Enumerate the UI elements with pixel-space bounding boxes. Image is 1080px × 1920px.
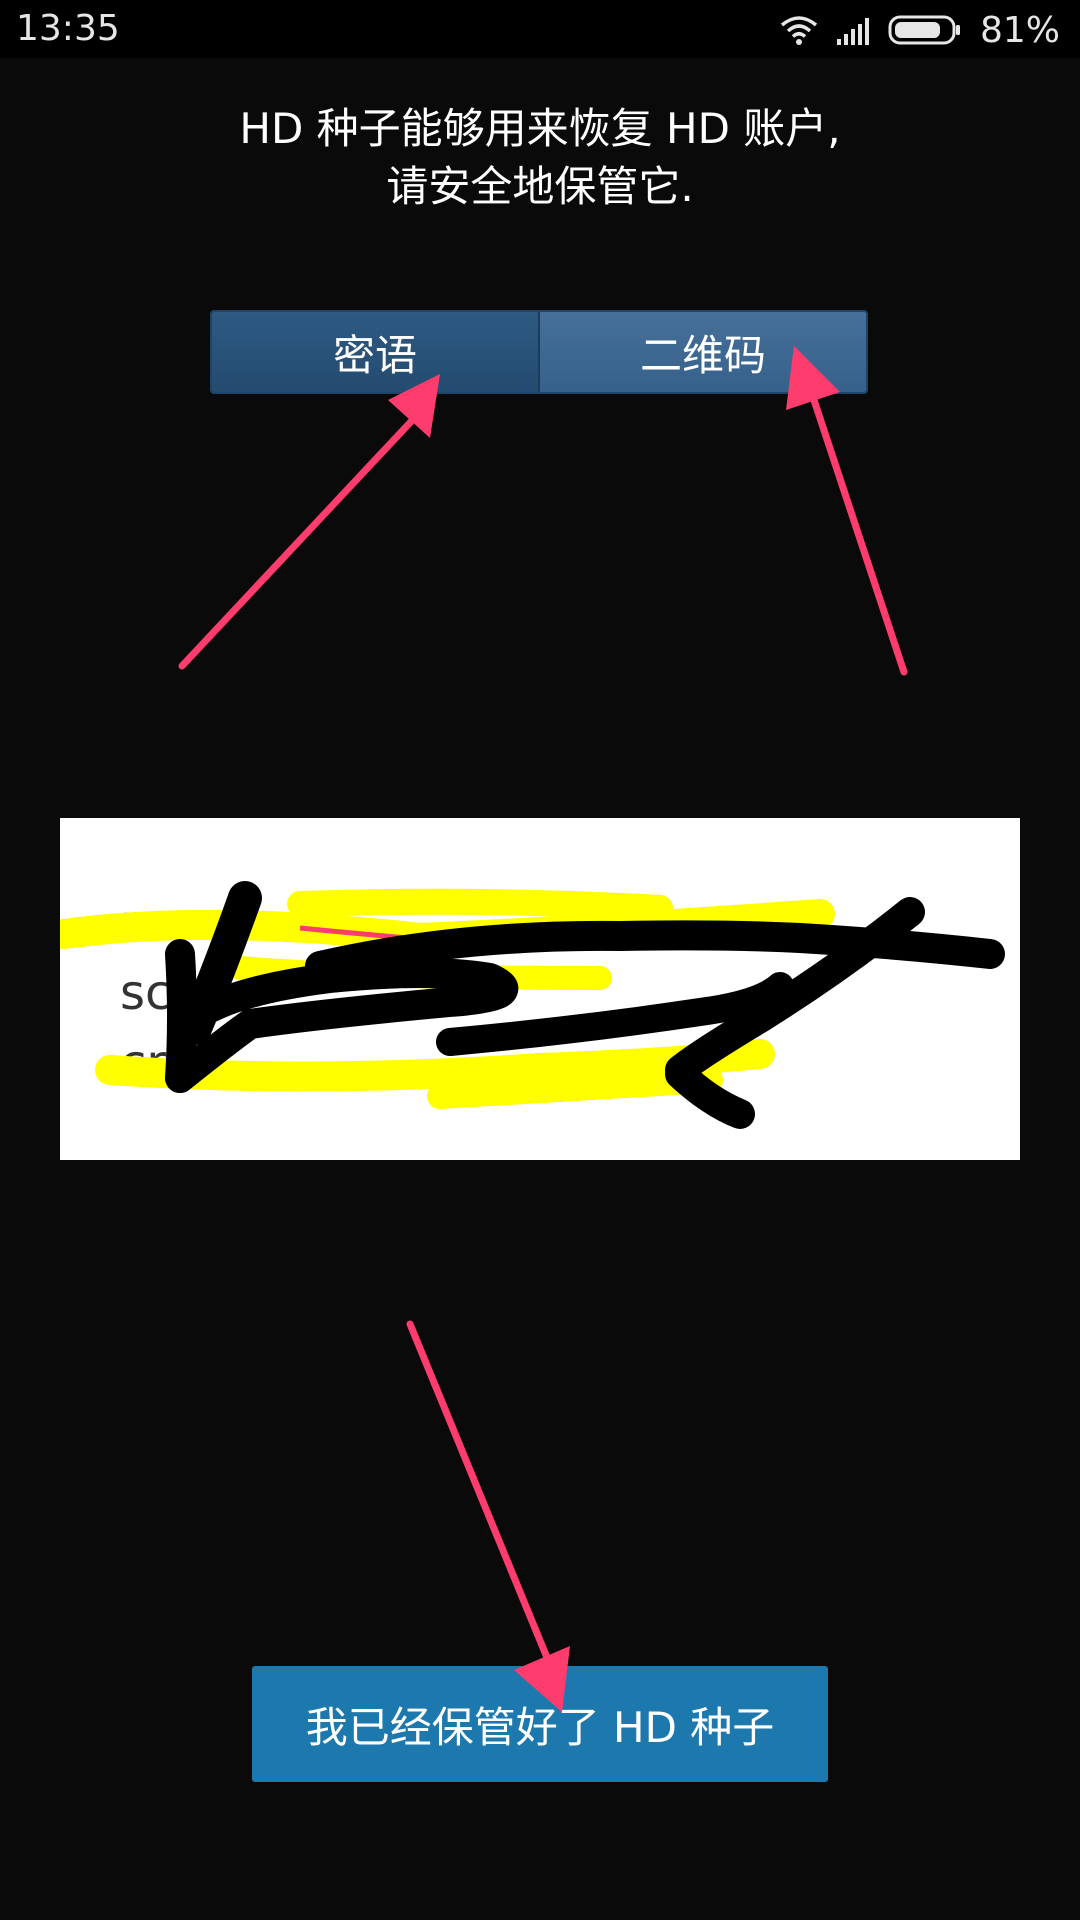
redaction-scribbles <box>60 881 1005 1129</box>
arrow-to-confirm-button <box>406 1320 570 1712</box>
seed-info-message: HD 种子能够用来恢复 HD 账户, 请安全地保管它. <box>0 100 1080 216</box>
status-icons: 81% <box>780 8 1060 52</box>
tab-qrcode[interactable]: 二维码 <box>538 312 866 392</box>
status-time: 13:35 <box>16 8 120 49</box>
wifi-icon <box>780 16 818 45</box>
seed-backup-screen: 13:35 81% HD 种子能够用来恢复 HD 账户, 请安全地保管它. 密语… <box>0 0 1080 1920</box>
battery-percent: 81% <box>979 9 1060 51</box>
confirm-seed-saved-button[interactable]: 我已经保管好了 HD 种子 <box>252 1666 828 1782</box>
seed-phrase-panel: n u s sc ur cr <box>60 818 1020 1160</box>
arrow-to-qrcode-tab <box>786 346 908 676</box>
tab-passphrase[interactable]: 密语 <box>212 312 538 392</box>
arrow-to-passphrase-tab <box>178 374 440 670</box>
seed-format-tabs: 密语 二维码 <box>210 310 868 394</box>
signal-icon <box>836 18 869 45</box>
message-line-2: 请安全地保管它. <box>386 162 694 211</box>
message-line-1: HD 种子能够用来恢复 HD 账户, <box>239 104 841 153</box>
status-bar: 13:35 81% <box>0 0 1080 58</box>
battery-icon <box>888 15 960 45</box>
